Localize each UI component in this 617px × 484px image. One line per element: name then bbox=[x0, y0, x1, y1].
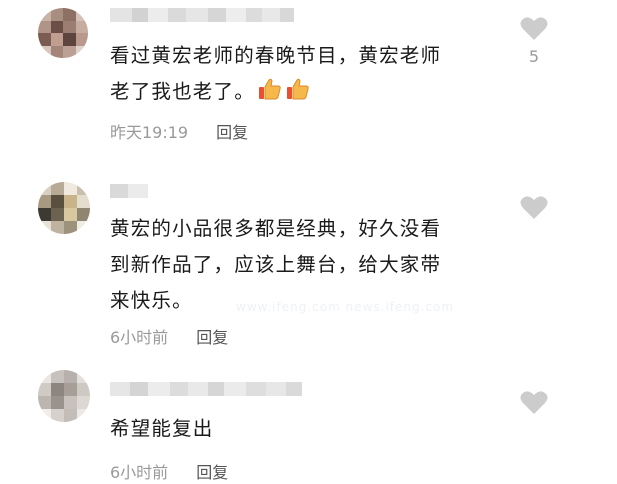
like-count: 5 bbox=[528, 47, 540, 66]
comment-meta: 6小时前 回复 bbox=[110, 459, 228, 483]
comment-text: 希望能复出 bbox=[110, 417, 214, 440]
username-pixelated[interactable] bbox=[110, 382, 302, 396]
username-pixelated[interactable] bbox=[110, 184, 148, 198]
like-button[interactable]: 5 bbox=[519, 16, 549, 66]
comment-time: 6小时前 bbox=[110, 328, 169, 347]
comment-time: 昨天19:19 bbox=[110, 123, 189, 142]
reply-button[interactable]: 回复 bbox=[196, 459, 228, 483]
like-button[interactable] bbox=[519, 390, 549, 421]
comment-text: 看过黄宏老师的春晚节目，黄宏老师 老了我也老了。 bbox=[110, 38, 441, 114]
thumbs-up-emoji-icon bbox=[285, 76, 311, 114]
username-pixelated[interactable] bbox=[110, 8, 294, 22]
comment-time: 6小时前 bbox=[110, 463, 169, 482]
reply-button[interactable]: 回复 bbox=[196, 324, 228, 348]
heart-icon bbox=[520, 196, 548, 219]
comment-item-3: 希望能复出 6小时前 回复 bbox=[0, 365, 617, 484]
avatar[interactable] bbox=[38, 182, 90, 234]
heart-icon bbox=[520, 391, 548, 414]
heart-icon bbox=[520, 17, 548, 40]
comment-meta: 昨天19:19 回复 bbox=[110, 119, 248, 143]
comment-text: 黄宏的小品很多都是经典，好久没看 到新作品了，应该上舞台，给大家带 来快乐。 bbox=[110, 217, 442, 312]
avatar[interactable] bbox=[38, 8, 88, 58]
comment-item-2: 黄宏的小品很多都是经典，好久没看 到新作品了，应该上舞台，给大家带 来快乐。 6… bbox=[0, 170, 617, 350]
avatar[interactable] bbox=[38, 370, 90, 422]
thumbs-up-emoji-icon bbox=[257, 76, 283, 114]
reply-button[interactable]: 回复 bbox=[216, 119, 248, 143]
comment-item-1: 看过黄宏老师的春晚节目，黄宏老师 老了我也老了。 昨天19:19 回复 5 bbox=[0, 0, 617, 160]
like-button[interactable] bbox=[519, 195, 549, 226]
comment-meta: 6小时前 回复 bbox=[110, 324, 228, 348]
